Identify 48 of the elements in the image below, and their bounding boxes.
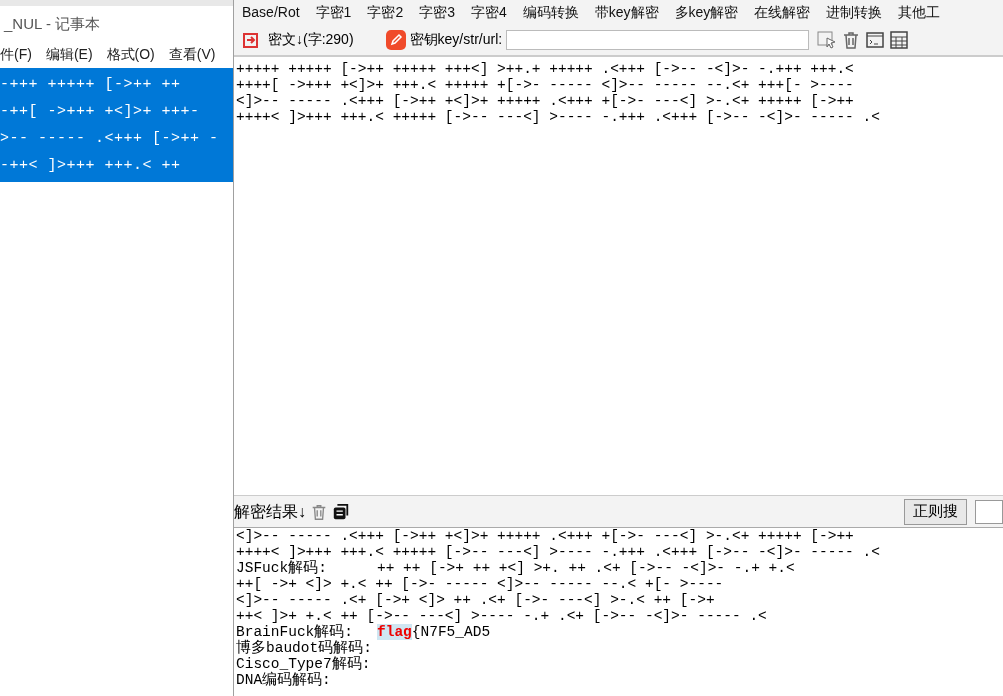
menu-item[interactable]: 查看(V) bbox=[168, 43, 216, 65]
result-line: ++[ ->+ <]> +.< ++ [->- ----- <]>-- ----- --.< +[- >---- bbox=[236, 576, 725, 592]
menu-item[interactable]: 件(F) bbox=[0, 43, 32, 65]
regex-input-field[interactable] bbox=[975, 499, 1003, 524]
result-line: ++++< ]>+++ +++.< +++++ [->-- ---<] >---- -.+++ .<+++ [->-- -<]>- ----- .< bbox=[236, 544, 881, 560]
selected-text-line: -++< ]>+++ +++.< ++ bbox=[0, 156, 182, 176]
menu-item[interactable]: 进制转换 bbox=[826, 1, 883, 23]
decoder-label: Cisco_Type7解码: bbox=[236, 656, 372, 672]
menu-item[interactable]: 编辑(E) bbox=[45, 43, 93, 65]
menu-item[interactable]: 字密4 bbox=[471, 1, 507, 23]
key-input-field[interactable] bbox=[506, 29, 810, 50]
menu-item[interactable]: 带key解密 bbox=[594, 1, 659, 23]
cursor-icon[interactable] bbox=[817, 29, 838, 50]
selected-text-line: -+++ +++++ [->++ ++ bbox=[0, 75, 182, 95]
ciphertext-line: +++++ +++++ [->++ +++++ +++<] >++.+ +++++ .<+++ [->-- -<]>- -.+++ +++.< bbox=[236, 61, 855, 77]
calculator-icon[interactable] bbox=[889, 29, 910, 50]
pencil-icon[interactable] bbox=[385, 29, 406, 50]
result-line: ++< ]>+ +.< ++ [->-- ---<] >---- -.+ .<+ [->-- -<]>- ----- .< bbox=[236, 608, 768, 624]
result-label: 解密结果↓ bbox=[234, 501, 306, 522]
menu-item[interactable]: 多key解密 bbox=[674, 1, 739, 23]
copy-icon[interactable] bbox=[332, 502, 350, 521]
decoded-value: flag{N7F5_AD5 bbox=[377, 624, 491, 640]
import-icon[interactable] bbox=[242, 30, 260, 49]
result-line: <]>-- ----- .<+++ [->++ +<]>+ +++++ .<+++ +[->- ---<] >-.<+ +++++ [->++ bbox=[236, 528, 855, 544]
decoder-label: BrainFuck解码: bbox=[236, 624, 354, 640]
key-label: 密钥key/str/url: bbox=[409, 30, 503, 49]
selected-text-line: >-- ----- .<+++ [->++ - bbox=[0, 129, 220, 149]
menu-item[interactable]: 编码转换 bbox=[522, 1, 579, 23]
ciphertext-line: ++++< ]>+++ +++.< +++++ [->-- ---<] >---- -.+++ .<+++ [->-- -<]>- ----- .< bbox=[236, 109, 881, 125]
menu-item[interactable]: Base/Rot bbox=[242, 1, 300, 23]
ciphertext-label: 密文↓(字:290) bbox=[268, 30, 354, 49]
result-line: <]>-- ----- .<+ [->+ <]> ++ .<+ [->- ---<] >-.< ++ [->+ bbox=[236, 592, 716, 608]
ciphertext-line: <]>-- ----- .<+++ [->++ +<]>+ +++++ .<+++ +[->- ---<] >-.<+ +++++ [->++ bbox=[236, 93, 855, 109]
menu-item[interactable]: 字密3 bbox=[419, 1, 455, 23]
decoder-label: 博多baudot码解码: bbox=[236, 640, 373, 656]
menu-item[interactable]: 在线解密 bbox=[754, 1, 811, 23]
menu-item[interactable]: 其他工 bbox=[898, 1, 941, 23]
selected-text-line: -++[ ->+++ +<]>+ +++- bbox=[0, 102, 201, 122]
terminal-icon[interactable] bbox=[865, 29, 886, 50]
window-title: _NUL - 记事本 bbox=[2, 13, 101, 34]
decoder-label: DNA编码解码: bbox=[236, 672, 331, 688]
ciphertext-line: ++++[ ->+++ +<]>+ +++.< +++++ +[->- ----- <]>-- ----- --.<+ +++[- >---- bbox=[236, 77, 855, 93]
decoder-label: JSFuck解码: bbox=[236, 560, 328, 576]
regex-search-button[interactable]: 正则搜 bbox=[904, 498, 967, 525]
menu-item[interactable]: 字密1 bbox=[315, 1, 352, 23]
menu-item[interactable]: 格式(O) bbox=[106, 43, 155, 65]
menu-item[interactable]: 字密2 bbox=[367, 1, 404, 23]
decoded-value: ++ ++ [->+ ++ +<] >+. ++ .<+ [->-- -<]>- -.+ +.< bbox=[377, 560, 795, 576]
